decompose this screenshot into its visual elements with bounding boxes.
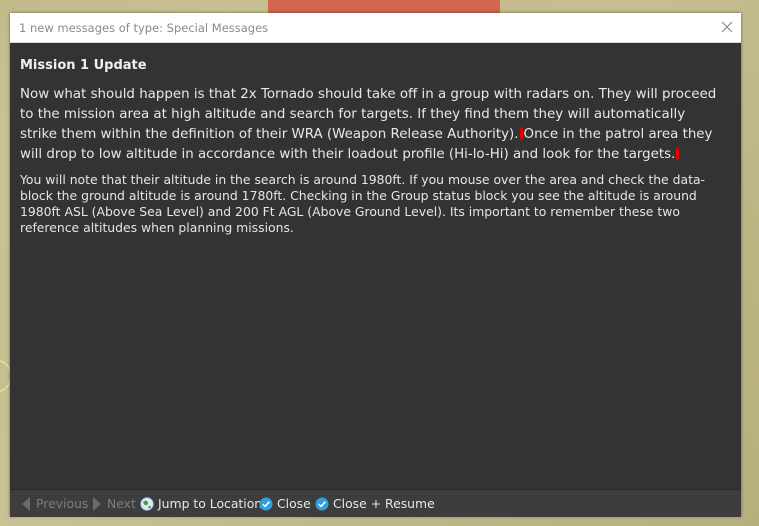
close-button[interactable]: Close	[259, 495, 311, 512]
dialog-title: 1 new messages of type: Special Messages	[19, 21, 269, 35]
message-paragraph-2: You will note that their altitude in the…	[20, 172, 706, 235]
dialog-titlebar: 1 new messages of type: Special Messages	[10, 13, 741, 43]
message-heading: Mission 1 Update	[20, 58, 147, 73]
previous-button[interactable]: Previous	[20, 495, 88, 512]
message-body: Mission 1 Update Now what should happen …	[20, 58, 720, 236]
close-label: Close	[277, 496, 311, 511]
map-highlight-region	[268, 0, 500, 14]
arrow-left-icon	[20, 496, 32, 512]
message-dialog: 1 new messages of type: Special Messages…	[10, 13, 741, 517]
message-paragraph-1: Now what should happen is that 2x Tornad…	[20, 85, 720, 165]
check-circle-icon	[259, 497, 273, 511]
next-label: Next	[107, 496, 136, 511]
globe-icon	[140, 496, 154, 511]
check-circle-icon	[315, 497, 329, 511]
red-annotation-mark	[676, 147, 680, 160]
close-icon[interactable]	[720, 19, 734, 33]
next-button[interactable]: Next	[91, 495, 136, 512]
dialog-footer: Previous Next Jump to Location Close Clo…	[10, 489, 741, 517]
close-resume-button[interactable]: Close + Resume	[315, 495, 435, 512]
jump-to-location-button[interactable]: Jump to Location	[140, 495, 262, 512]
arrow-right-icon	[91, 496, 103, 512]
close-resume-label: Close + Resume	[333, 496, 435, 511]
red-annotation-mark	[519, 127, 523, 140]
previous-label: Previous	[36, 496, 89, 511]
jump-label: Jump to Location	[158, 496, 263, 511]
